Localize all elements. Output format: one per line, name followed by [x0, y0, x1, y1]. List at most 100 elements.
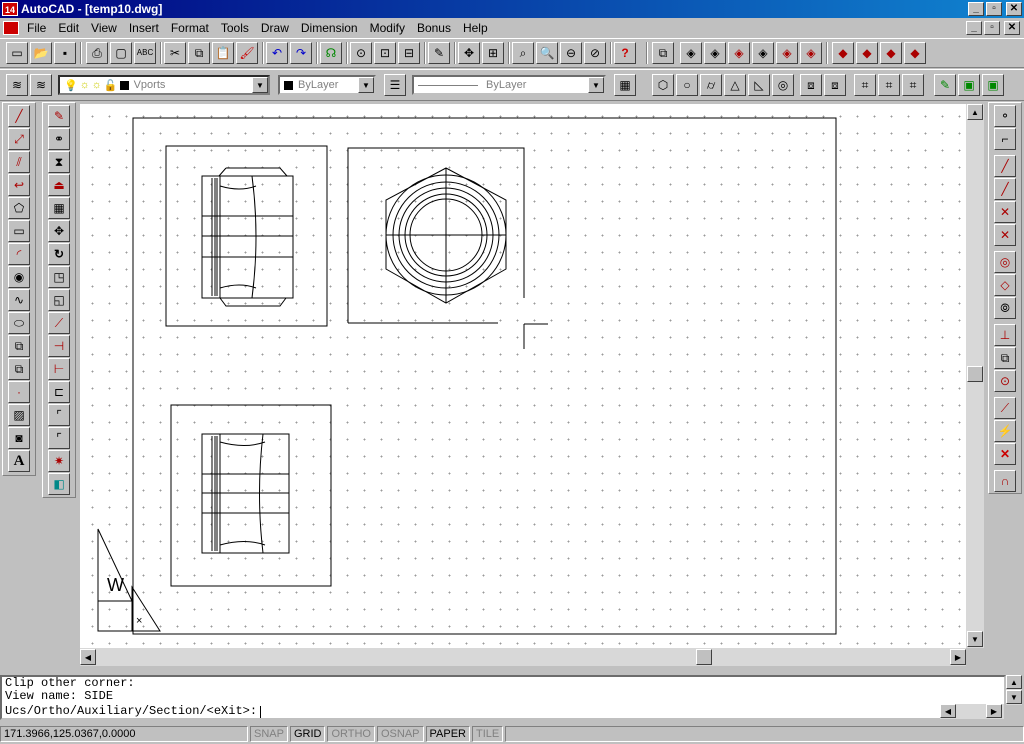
ucs-icon[interactable]: ✎	[428, 42, 450, 64]
snap-from-icon[interactable]: ⊡	[374, 42, 396, 64]
multiline-icon[interactable]: ⫽	[8, 151, 30, 173]
wedge-icon[interactable]: ◈	[704, 42, 726, 64]
mirror-icon[interactable]: ⧗	[48, 151, 70, 173]
layers-icon[interactable]: ≋	[6, 74, 28, 96]
menu-edit[interactable]: Edit	[52, 21, 85, 35]
make-block-icon[interactable]: ⧉	[8, 358, 30, 380]
doc-minimize-button[interactable]: _	[966, 21, 982, 35]
aerial-view-icon[interactable]: ⊘	[584, 42, 606, 64]
erase-icon[interactable]: ✎	[48, 105, 70, 127]
quadrant-icon[interactable]: ◇	[994, 274, 1016, 296]
scroll-left-icon[interactable]: ◀	[940, 704, 956, 718]
title-bar[interactable]: 14 AutoCAD - [temp10.dwg] _ ▫ ✕	[0, 0, 1024, 18]
tile-toggle[interactable]: TILE	[472, 726, 504, 742]
slice-icon[interactable]: ⌗	[854, 74, 876, 96]
block-icon[interactable]: ◧	[48, 473, 70, 495]
break-icon[interactable]: ⊏	[48, 381, 70, 403]
arc-icon[interactable]: ◜	[8, 243, 30, 265]
scroll-right-icon[interactable]: ▶	[986, 704, 1002, 718]
snap-settings-icon[interactable]: ∩	[994, 470, 1016, 492]
line-icon[interactable]: ╱	[8, 105, 30, 127]
menu-bonus[interactable]: Bonus	[411, 21, 457, 35]
node-icon[interactable]: ⊙	[994, 370, 1016, 392]
scroll-up-icon[interactable]: ▲	[967, 104, 983, 120]
endpoint-icon[interactable]: ╱	[994, 155, 1016, 177]
fillet-icon[interactable]: ⌜	[48, 427, 70, 449]
chamfer-icon[interactable]: ⌜	[48, 404, 70, 426]
interfere-icon[interactable]: ⌗	[902, 74, 924, 96]
snap-toggle[interactable]: SNAP	[250, 726, 288, 742]
drawing-area[interactable]: W ×	[80, 104, 966, 648]
viewport-front[interactable]	[165, 145, 328, 327]
cone-icon[interactable]: ◈	[728, 42, 750, 64]
hatch-icon[interactable]: ▨	[8, 404, 30, 426]
maximize-button[interactable]: ▫	[986, 2, 1002, 16]
make-layer-current-icon[interactable]: ≋	[30, 74, 52, 96]
vertical-scrollbar[interactable]: ▲ ▼	[966, 104, 984, 648]
circle-icon[interactable]: ◉	[8, 266, 30, 288]
scroll-thumb-h[interactable]	[696, 649, 712, 665]
array-icon[interactable]: ▦	[48, 197, 70, 219]
match-properties-icon[interactable]: 🖌	[236, 42, 258, 64]
apparent-intersection-icon[interactable]: ✕	[994, 224, 1016, 246]
scroll-down-icon[interactable]: ▼	[1006, 690, 1022, 704]
dome-icon[interactable]: ◆	[832, 42, 854, 64]
quick-snap-icon[interactable]: ⚡	[994, 420, 1016, 442]
help-icon[interactable]: ?	[614, 42, 636, 64]
print-icon[interactable]: ⎙	[86, 42, 108, 64]
menu-modify[interactable]: Modify	[364, 21, 411, 35]
color-dropdown[interactable]: ByLayer ▼	[278, 75, 376, 95]
construction-line-icon[interactable]: ⤢	[8, 128, 30, 150]
dish-icon[interactable]: ◈	[800, 42, 822, 64]
insertion-icon[interactable]: ⧉	[994, 347, 1016, 369]
tracking-icon[interactable]: ⊟	[398, 42, 420, 64]
zoom-window-icon[interactable]: 🔍	[536, 42, 558, 64]
lengthen-icon[interactable]: ⟋	[48, 312, 70, 334]
mesh-icon[interactable]: ◆	[856, 42, 878, 64]
menu-tools[interactable]: Tools	[215, 21, 255, 35]
nearest-icon[interactable]: ⟋	[994, 397, 1016, 419]
spline-icon[interactable]: ∿	[8, 289, 30, 311]
viewport-side[interactable]	[170, 404, 332, 587]
ortho-toggle[interactable]: ORTHO	[327, 726, 375, 742]
rotate-icon[interactable]: ↻	[48, 243, 70, 265]
menu-draw[interactable]: Draw	[255, 21, 295, 35]
center-icon[interactable]: ◎	[994, 251, 1016, 273]
redraw-icon[interactable]: ⊞	[482, 42, 504, 64]
horizontal-scrollbar[interactable]: ◀ ▶	[80, 648, 966, 666]
midpoint-icon[interactable]: ╱	[994, 178, 1016, 200]
tangent-icon[interactable]: ⦾	[994, 297, 1016, 319]
menu-insert[interactable]: Insert	[123, 21, 165, 35]
cut-icon[interactable]: ✂	[164, 42, 186, 64]
open-icon[interactable]: 📂	[30, 42, 52, 64]
polygon-icon[interactable]: ⬠	[8, 197, 30, 219]
chevron-down-icon[interactable]: ▼	[588, 77, 604, 93]
pan-icon[interactable]: ✥	[458, 42, 480, 64]
cone-solid-icon[interactable]: △	[724, 74, 746, 96]
linetype-dropdown[interactable]: ByLayer ▼	[412, 75, 606, 95]
minimize-button[interactable]: _	[968, 2, 984, 16]
extend-icon[interactable]: ⊢	[48, 358, 70, 380]
copy-object-icon[interactable]: ⚭	[48, 128, 70, 150]
zoom-realtime-icon[interactable]: ⌕	[512, 42, 534, 64]
offset-icon[interactable]: ⏏	[48, 174, 70, 196]
ellipse-icon[interactable]: ⬭	[8, 312, 30, 334]
doc-restore-button[interactable]: ▫	[984, 21, 1000, 35]
object-snap-icon[interactable]: ⊙	[350, 42, 372, 64]
command-line[interactable]: Clip other corner: View name: SIDE Ucs/O…	[0, 675, 1006, 720]
undo-icon[interactable]: ↶	[266, 42, 288, 64]
command-scrollbar[interactable]: ▲ ▼	[1006, 675, 1022, 705]
rectangle-icon[interactable]: ▭	[8, 220, 30, 242]
save-icon[interactable]: ▪	[54, 42, 76, 64]
trim-icon[interactable]: ⊣	[48, 335, 70, 357]
lineweight-icon[interactable]: ☰	[384, 74, 406, 96]
properties-icon[interactable]: ▦	[614, 74, 636, 96]
viewport-top[interactable]	[347, 147, 525, 324]
menu-file[interactable]: File	[21, 21, 52, 35]
scroll-up-icon[interactable]: ▲	[1006, 675, 1022, 689]
setup-view-icon[interactable]: ▣	[958, 74, 980, 96]
document-icon[interactable]	[3, 21, 19, 35]
scroll-left-icon[interactable]: ◀	[80, 649, 96, 665]
move-icon[interactable]: ✥	[48, 220, 70, 242]
osnap-toggle[interactable]: OSNAP	[377, 726, 424, 742]
